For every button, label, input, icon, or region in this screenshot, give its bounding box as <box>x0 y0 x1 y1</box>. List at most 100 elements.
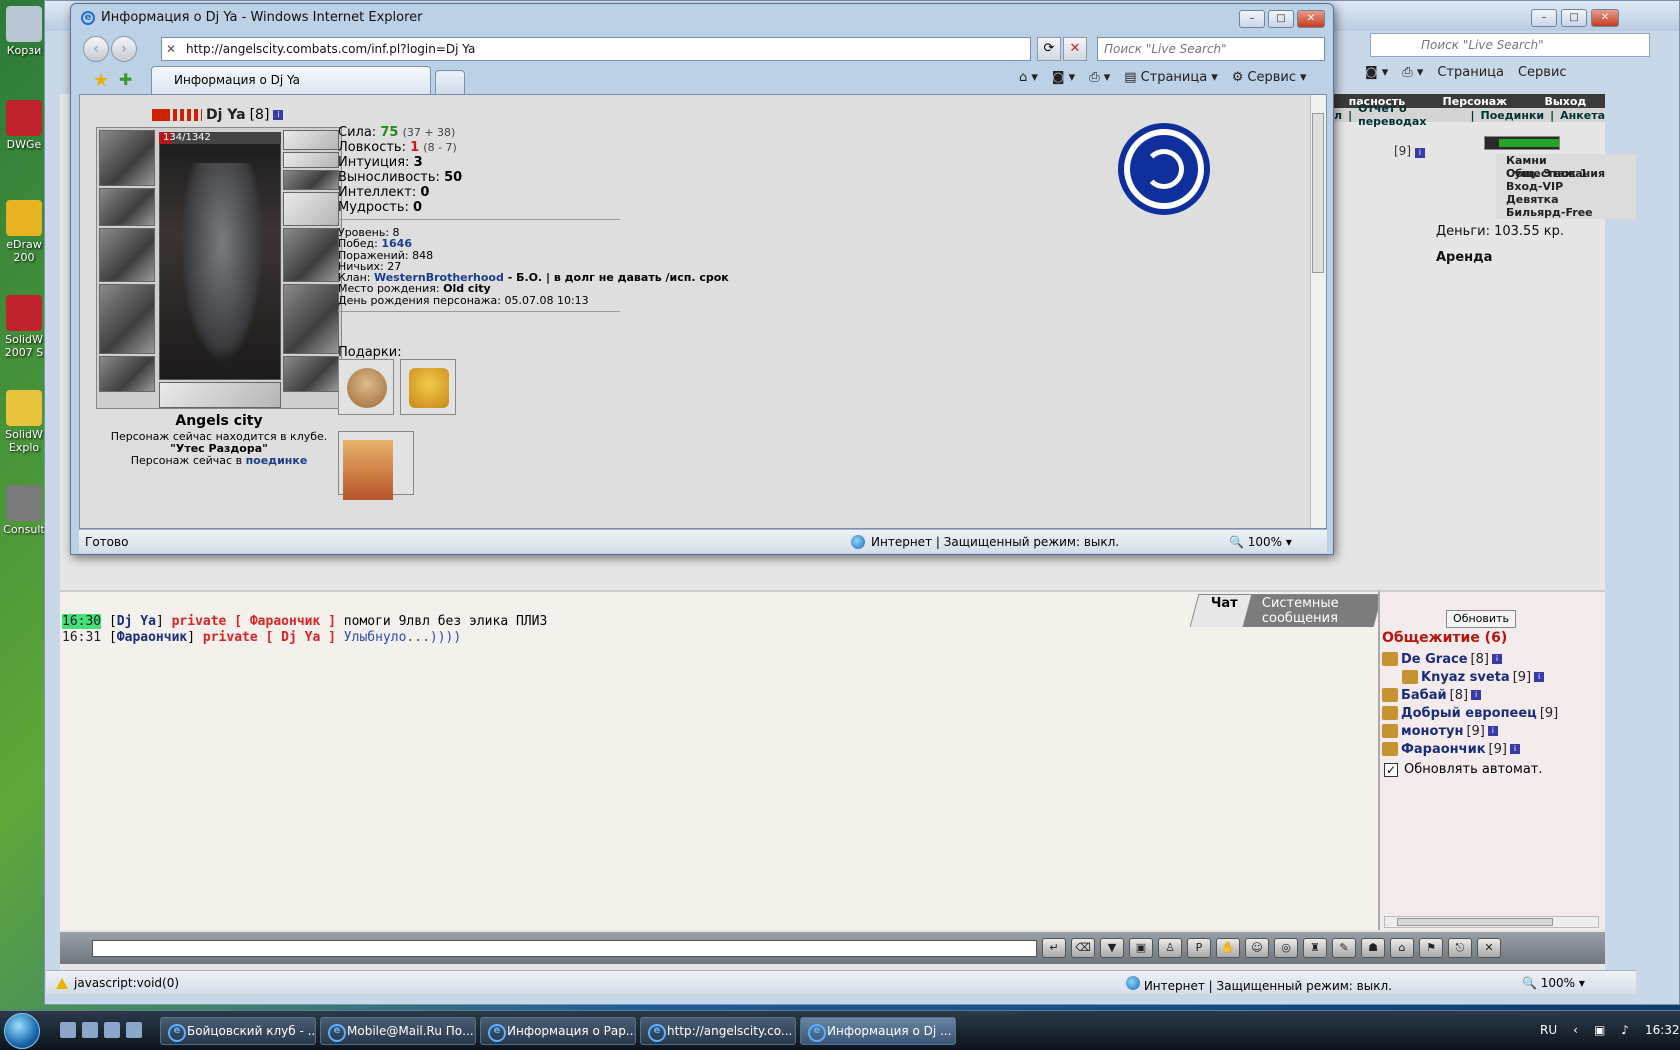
minimize-button[interactable]: – <box>1531 9 1557 27</box>
feeds-icon[interactable]: ◙ ▾ <box>1365 65 1388 80</box>
amulet-slot[interactable] <box>283 152 339 168</box>
taskbar-item[interactable]: Mobile@Mail.Ru По... <box>320 1017 476 1045</box>
subnav-item[interactable]: л <box>1334 109 1342 122</box>
desktop-icon-recycle-bin[interactable]: Корзи <box>0 6 48 57</box>
chat-private[interactable]: private [ Фараончик ] <box>172 614 336 629</box>
online-user[interactable]: Бабай [8] i <box>1382 686 1558 704</box>
desktop-icon-solidworks-explorer[interactable]: SolidW Explo <box>0 390 48 454</box>
belt-slot[interactable] <box>99 356 155 392</box>
chat-user[interactable]: Dj Ya <box>117 614 156 629</box>
start-button[interactable] <box>4 1013 40 1049</box>
maximize-button[interactable]: □ <box>1268 10 1294 28</box>
character-avatar[interactable] <box>159 132 281 380</box>
desktop-icon-solidworks[interactable]: SolidW 2007 S <box>0 295 48 359</box>
bag-icon[interactable]: ♜ <box>1303 938 1327 958</box>
info-icon[interactable]: i <box>1471 690 1482 700</box>
filter-icon[interactable]: ▼ <box>1100 938 1124 958</box>
chevron-left-icon[interactable]: ‹ <box>1573 1023 1578 1037</box>
clear-icon[interactable]: ⌫ <box>1071 938 1095 958</box>
add-favorites-icon[interactable]: ✚ <box>119 70 132 89</box>
chat-input[interactable] <box>92 940 1037 957</box>
info-icon[interactable]: i <box>273 110 284 120</box>
home-icon[interactable]: ⌂ ▾ <box>1019 70 1038 85</box>
exit-icon[interactable]: ⎋ <box>1448 938 1472 958</box>
lock-icon[interactable]: ⌂ <box>1390 938 1414 958</box>
online-user[interactable]: Knyaz sveta [9] i <box>1382 668 1558 686</box>
rings-slot[interactable] <box>283 170 339 190</box>
taskbar-item[interactable]: Информация о Dj ... <box>800 1017 956 1045</box>
service-menu[interactable]: ⚙ Сервис ▾ <box>1232 70 1307 85</box>
taskbar-item[interactable]: Бойцовский клуб - ... <box>160 1017 316 1045</box>
link-stones[interactable]: Камни Существования <box>1496 154 1636 180</box>
security-zone[interactable]: Интернет | Защищенный режим: выкл. <box>851 535 1119 549</box>
subnav-profile[interactable]: Анкета <box>1560 109 1605 122</box>
private-icon[interactable] <box>1382 652 1398 666</box>
feeds-icon[interactable]: ◙ ▾ <box>1052 70 1075 85</box>
flag-icon[interactable]: ⚑ <box>1419 938 1443 958</box>
helmet-slot[interactable] <box>99 130 155 186</box>
info-icon[interactable]: i <box>1491 654 1502 664</box>
security-zone[interactable]: Интернет | Защищенный режим: выкл. <box>1126 976 1392 993</box>
private-icon[interactable] <box>1402 670 1418 684</box>
online-scrollbar[interactable] <box>1384 916 1599 928</box>
page-scrollbar[interactable] <box>1310 95 1326 528</box>
weapon-slot[interactable] <box>99 228 155 282</box>
favorites-icon[interactable]: ★ <box>93 70 109 91</box>
private-icon[interactable] <box>1382 706 1398 720</box>
online-user[interactable]: De Grace [8] i <box>1382 650 1558 668</box>
gift-teddy-bear[interactable] <box>338 359 394 415</box>
print-icon[interactable]: ⎙ ▾ <box>1402 65 1423 80</box>
link-vip[interactable]: Вход-VIP <box>1496 180 1636 193</box>
chat-user[interactable]: Фараончик <box>117 630 187 645</box>
send-icon[interactable]: ↵ <box>1042 938 1066 958</box>
network-icon[interactable]: ▣ <box>1594 1023 1605 1037</box>
language-indicator[interactable]: RU <box>1540 1023 1557 1037</box>
tab-character-info[interactable]: Информация о Dj Ya <box>151 66 431 94</box>
desktop-icon-consultant[interactable]: Consult <box>0 485 48 536</box>
back-button[interactable]: ‹ <box>83 36 109 62</box>
auto-refresh-checkbox[interactable]: ✓ <box>1384 762 1398 777</box>
earrings-slot[interactable] <box>283 130 339 150</box>
save-icon[interactable]: ▣ <box>1129 938 1153 958</box>
online-user[interactable]: монотун [9] i <box>1382 722 1558 740</box>
subnav-transfers[interactable]: Отчет о переводах <box>1358 102 1464 128</box>
link-nine[interactable]: Девятка <box>1496 193 1636 206</box>
info-icon[interactable]: i <box>1534 672 1545 682</box>
show-desktop-icon[interactable] <box>60 1022 76 1038</box>
info-icon[interactable]: i <box>1487 726 1498 736</box>
ie-quick-icon[interactable] <box>104 1022 120 1038</box>
refresh-button[interactable]: Обновить <box>1446 610 1516 628</box>
clan-emblem-icon[interactable] <box>1118 123 1210 215</box>
gift-box[interactable] <box>400 359 456 415</box>
forward-button[interactable]: › <box>111 36 137 62</box>
page-menu[interactable]: Страница <box>1437 65 1504 80</box>
private-icon[interactable] <box>1382 742 1398 756</box>
taskbar-item[interactable]: http://angelscity.co... <box>640 1017 796 1045</box>
desktop-icon-edrawings[interactable]: eDraw 200 <box>0 200 48 264</box>
volume-icon[interactable]: ♪ <box>1621 1023 1629 1037</box>
back-search-input[interactable]: Поиск "Live Search" <box>1370 33 1650 57</box>
zoom-level[interactable]: 🔍 100% ▾ <box>1522 976 1585 990</box>
gloves-slot[interactable] <box>283 192 339 226</box>
map-icon[interactable]: ✎ <box>1332 938 1356 958</box>
service-menu[interactable]: Сервис <box>1518 65 1567 80</box>
color-icon[interactable]: ◎ <box>1274 938 1298 958</box>
media-icon[interactable] <box>126 1022 142 1038</box>
battle-link[interactable]: поединке <box>246 454 308 467</box>
pants-slot[interactable] <box>283 284 339 354</box>
refresh-icon[interactable]: ⟳ <box>1037 37 1061 61</box>
maximize-button[interactable]: □ <box>1561 9 1587 27</box>
person-icon[interactable]: ♙ <box>1158 938 1182 958</box>
online-user[interactable]: Добрый европеец [9] <box>1382 704 1558 722</box>
link-dorm-floor[interactable]: Общ. Этаж 1 <box>1496 167 1636 180</box>
clan-icon[interactable] <box>152 109 202 121</box>
gift-card[interactable] <box>338 431 414 500</box>
smiley-icon[interactable]: ☺ <box>1245 938 1269 958</box>
search-input[interactable]: Поиск "Live Search" <box>1097 37 1325 61</box>
info-icon[interactable]: i <box>1414 148 1425 158</box>
armor-slot[interactable] <box>99 284 155 354</box>
boots-slot[interactable] <box>283 356 339 392</box>
minimize-button[interactable]: – <box>1239 10 1265 28</box>
page-menu[interactable]: ▤ Страница ▾ <box>1124 70 1217 85</box>
close-button[interactable]: ✕ <box>1297 10 1325 28</box>
